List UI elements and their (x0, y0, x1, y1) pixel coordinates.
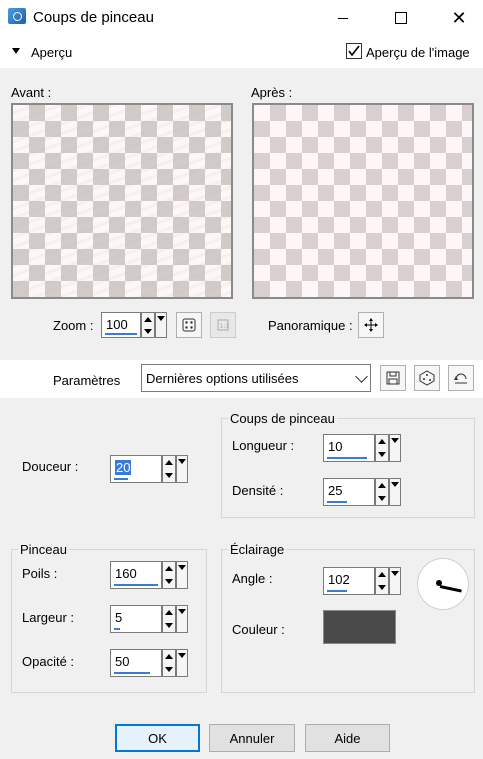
bristles-input[interactable]: 160 (110, 561, 162, 589)
checkbox-check-icon (348, 45, 360, 57)
app-icon (8, 8, 26, 24)
brush-group-title: Pinceau (18, 542, 69, 557)
save-preset-icon (386, 371, 400, 385)
after-preview[interactable] (252, 103, 474, 299)
maximize-icon (395, 12, 407, 24)
close-icon: ✕ (451, 8, 467, 28)
actual-size-button[interactable]: 1:1 (210, 312, 236, 338)
length-input[interactable]: 10 (323, 434, 375, 462)
angle-label: Angle : (232, 571, 273, 586)
zoom-fit-button[interactable] (176, 312, 202, 338)
maximize-button[interactable] (378, 0, 424, 36)
show-image-checkbox[interactable] (346, 43, 362, 59)
strokes-group-title: Coups de pinceau (228, 411, 337, 426)
opacity-dropdown[interactable] (176, 649, 188, 677)
spin-up-icon (144, 316, 152, 322)
show-image-label[interactable]: Aperçu de l'image (366, 45, 470, 60)
density-value: 25 (328, 483, 343, 498)
density-input[interactable]: 25 (323, 478, 375, 506)
pan-button[interactable] (358, 312, 384, 338)
angle-dial[interactable] (417, 558, 469, 610)
width-label: Largeur : (22, 610, 75, 625)
dial-needle-icon (439, 585, 462, 593)
length-label: Longueur : (232, 438, 295, 453)
spin-down-icon (144, 328, 152, 334)
width-dropdown[interactable] (176, 605, 188, 633)
dropdown-arrow-icon (157, 316, 165, 321)
density-dropdown[interactable] (389, 478, 401, 506)
zoom-value: 100 (106, 317, 128, 332)
density-label: Densité : (232, 483, 284, 498)
softness-input[interactable]: 20 (110, 455, 162, 483)
softness-label: Douceur : (22, 459, 79, 474)
opacity-value: 50 (115, 654, 130, 669)
presets-select[interactable]: Dernières options utilisées (141, 364, 371, 392)
svg-text:1:1: 1:1 (220, 323, 230, 330)
bristles-value: 160 (115, 566, 137, 581)
angle-value: 102 (328, 572, 350, 587)
collapse-triangle-icon[interactable] (12, 48, 20, 54)
minimize-icon (338, 17, 348, 19)
angle-spinner[interactable] (375, 567, 389, 595)
minimize-button[interactable] (320, 0, 366, 36)
close-button[interactable]: ✕ (436, 0, 482, 36)
cancel-button[interactable]: Annuler (209, 724, 295, 752)
light-color-swatch[interactable] (323, 610, 396, 644)
reset-button[interactable] (448, 365, 474, 391)
randomize-button[interactable] (414, 365, 440, 391)
randomize-dice-icon (419, 370, 435, 386)
save-preset-button[interactable] (380, 365, 406, 391)
width-spinner[interactable] (162, 605, 176, 633)
zoom-input[interactable]: 100 (101, 312, 141, 338)
pan-label: Panoramique : (268, 318, 353, 333)
lighting-group-title: Éclairage (228, 542, 287, 557)
preview-toggle-label[interactable]: Aperçu (31, 45, 72, 60)
density-spinner[interactable] (375, 478, 389, 506)
angle-input[interactable]: 102 (323, 567, 375, 595)
zoom-label: Zoom : (53, 318, 94, 333)
ok-button[interactable]: OK (115, 724, 200, 752)
opacity-spinner[interactable] (162, 649, 176, 677)
before-label: Avant : (11, 85, 52, 100)
bristles-label: Poils : (22, 566, 58, 581)
softness-value: 20 (115, 460, 132, 475)
presets-label: Paramètres (53, 373, 121, 388)
pan-move-icon (364, 318, 378, 332)
help-button[interactable]: Aide (305, 724, 390, 752)
before-preview[interactable] (11, 103, 233, 299)
dropdown-chevron-icon (355, 370, 368, 383)
width-value: 5 (115, 610, 123, 625)
length-spinner[interactable] (375, 434, 389, 462)
softness-spinner[interactable] (162, 455, 176, 483)
zoom-dropdown[interactable] (155, 312, 167, 338)
opacity-input[interactable]: 50 (110, 649, 162, 677)
window-title: Coups de pinceau (33, 9, 154, 26)
opacity-label: Opacité : (22, 654, 75, 669)
length-dropdown[interactable] (389, 434, 401, 462)
angle-dropdown[interactable] (389, 567, 401, 595)
width-input[interactable]: 5 (110, 605, 162, 633)
randomize-dice-icon (182, 318, 196, 332)
after-label: Après : (251, 85, 293, 100)
reset-icon (454, 373, 467, 384)
actual-size-icon: 1:1 (217, 319, 230, 331)
length-value: 10 (328, 439, 343, 454)
zoom-spinner[interactable] (141, 312, 155, 338)
bristles-dropdown[interactable] (176, 561, 188, 589)
color-label: Couleur : (232, 622, 285, 637)
presets-value: Dernières options utilisées (146, 371, 299, 386)
bristles-spinner[interactable] (162, 561, 176, 589)
softness-dropdown[interactable] (176, 455, 188, 483)
